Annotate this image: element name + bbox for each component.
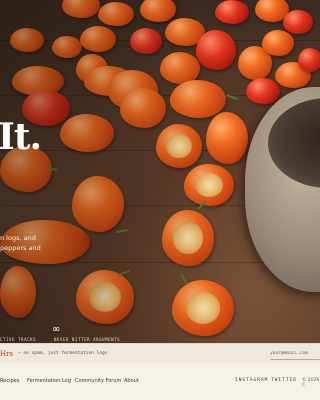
- hero-text-line: peppers and: [0, 244, 41, 252]
- newsletter-brand: Hrs: [0, 350, 14, 358]
- hero-title: It.: [0, 116, 42, 158]
- footer-link-fermentation-log[interactable]: Fermentation Log: [27, 378, 71, 384]
- footer-link-recipes[interactable]: Recipes: [0, 378, 19, 384]
- stat-label-arguments: NEVER BITTER ARGUMENTS: [54, 337, 121, 342]
- footer-social-twitter[interactable]: TWITTER: [271, 378, 297, 383]
- newsletter-note: — no spam, just fermentation logs: [18, 351, 108, 356]
- site-footer: Recipes Fermentation Log Community Forum…: [0, 363, 320, 400]
- footer-link-community-forum[interactable]: Community Forum: [75, 378, 121, 384]
- email-field[interactable]: [270, 348, 320, 360]
- hero-overlay: [0, 0, 320, 343]
- newsletter-bar: Hrs — no spam, just fermentation logs: [0, 343, 320, 365]
- stat-label-tracks: CTIVE TRACKS: [0, 337, 37, 342]
- hero-background-photo: It. n logs, and peppers and ∞: [0, 0, 320, 343]
- footer-link-about[interactable]: About: [124, 378, 139, 384]
- stat-value: ∞: [52, 324, 61, 335]
- hero-text-line: n logs, and: [0, 234, 36, 242]
- footer-copyright: © 2026 C: [302, 378, 320, 388]
- footer-social-instagram[interactable]: INSTAGRAM: [235, 378, 268, 383]
